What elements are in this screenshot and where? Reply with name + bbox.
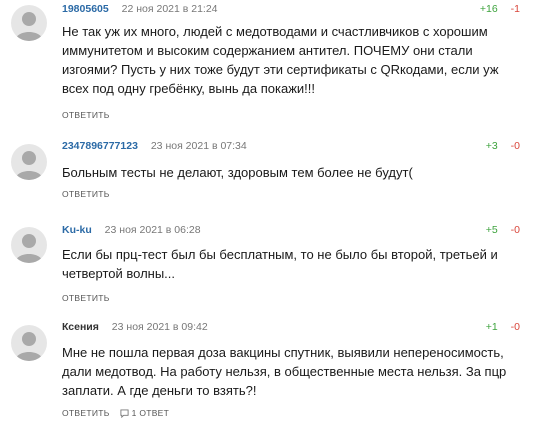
avatar[interactable]	[11, 227, 47, 263]
author-link[interactable]: 19805605	[62, 3, 109, 15]
vote-down-button[interactable]: -1	[511, 3, 520, 15]
reply-button[interactable]: ОТВЕТИТЬ	[62, 408, 110, 418]
user-silhouette-icon	[15, 12, 43, 41]
comment-header: 2347896777123 23 ноя 2021 в 07:34	[62, 140, 247, 152]
comment-text: Если бы прц-тест был бы бесплатным, то н…	[62, 247, 498, 281]
reply-button[interactable]: ОТВЕТИТЬ	[62, 293, 110, 303]
user-silhouette-icon	[15, 234, 43, 263]
comment-actions: ОТВЕТИТЬ 1 ОТВЕТ	[62, 408, 169, 418]
comment-date: 23 ноя 2021 в 06:28	[104, 224, 201, 236]
comment-actions: ОТВЕТИТЬ	[62, 189, 110, 199]
reply-button[interactable]: ОТВЕТИТЬ	[62, 110, 110, 120]
avatar[interactable]	[11, 325, 47, 361]
vote-down-button[interactable]: -0	[511, 140, 520, 152]
author-link[interactable]: Ксения	[62, 321, 99, 333]
comment-bubble-icon	[120, 408, 129, 418]
comment-date: 23 ноя 2021 в 07:34	[150, 140, 247, 152]
vote-down-button[interactable]: -0	[511, 321, 520, 333]
vote-up-button[interactable]: +1	[486, 321, 498, 333]
avatar[interactable]	[11, 5, 47, 41]
comment-text: Больным тесты не делают, здоровым тем бо…	[62, 165, 413, 180]
vote-down-button[interactable]: -0	[511, 224, 520, 236]
comment-date: 23 ноя 2021 в 09:42	[111, 321, 208, 333]
comment-header: Ku-ku 23 ноя 2021 в 06:28	[62, 224, 201, 236]
author-link[interactable]: Ku-ku	[62, 224, 92, 236]
comment-text: Мне не пошла первая доза вакцины спутник…	[62, 345, 507, 398]
comment-actions: ОТВЕТИТЬ	[62, 110, 110, 120]
vote-counter: +3 -0	[486, 140, 520, 152]
avatar[interactable]	[11, 144, 47, 180]
vote-up-button[interactable]: +3	[486, 140, 498, 152]
user-silhouette-icon	[15, 332, 43, 361]
comment-header: 19805605 22 ноя 2021 в 21:24	[62, 3, 218, 15]
comment-date: 22 ноя 2021 в 21:24	[121, 3, 218, 15]
user-silhouette-icon	[15, 151, 43, 180]
comment-header: Ксения 23 ноя 2021 в 09:42	[62, 321, 208, 333]
vote-up-button[interactable]: +16	[480, 3, 498, 15]
vote-counter: +5 -0	[486, 224, 520, 236]
replies-count-label: 1 ОТВЕТ	[131, 408, 170, 418]
replies-count-button[interactable]: 1 ОТВЕТ	[120, 408, 170, 418]
vote-up-button[interactable]: +5	[486, 224, 498, 236]
vote-counter: +1 -0	[486, 321, 520, 333]
comment-text: Не так уж их много, людей с медотводами …	[62, 24, 499, 96]
author-link[interactable]: 2347896777123	[62, 140, 138, 152]
reply-button[interactable]: ОТВЕТИТЬ	[62, 189, 110, 199]
vote-counter: +16 -1	[480, 3, 520, 15]
comment-actions: ОТВЕТИТЬ	[62, 293, 110, 303]
